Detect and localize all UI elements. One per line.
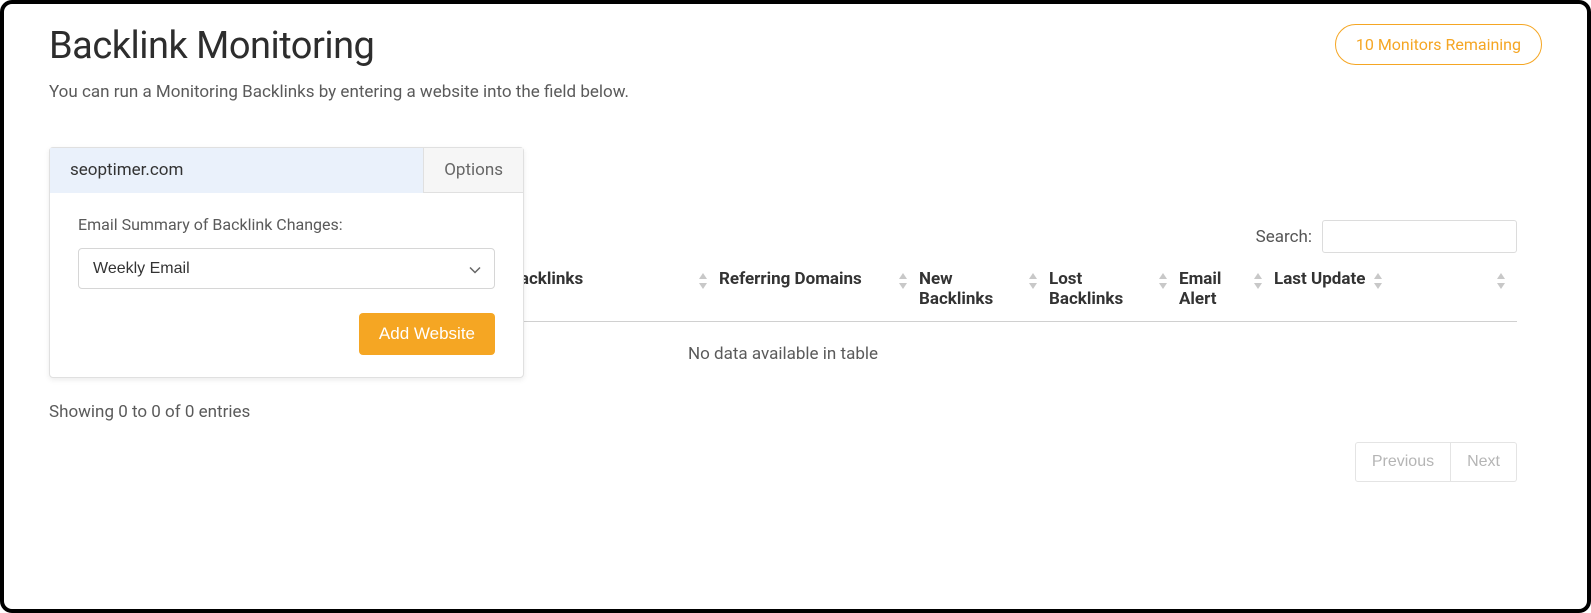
email-summary-label: Email Summary of Backlink Changes: xyxy=(78,215,495,234)
page-title: Backlink Monitoring xyxy=(49,24,374,68)
tabs-header: seoptimer.com Options xyxy=(50,148,523,193)
col-label: Email Alert xyxy=(1179,269,1246,309)
previous-button[interactable]: Previous xyxy=(1355,442,1451,482)
sort-icon xyxy=(1372,273,1384,292)
search-input[interactable] xyxy=(1322,220,1517,253)
monitors-remaining-badge: 10 Monitors Remaining xyxy=(1335,24,1542,65)
col-last-update[interactable]: Last Update xyxy=(1274,269,1394,309)
sort-icon xyxy=(1157,273,1169,292)
email-frequency-select[interactable]: Weekly Email xyxy=(78,248,495,289)
search-row: Search: xyxy=(1256,220,1517,253)
sort-icon xyxy=(897,273,909,292)
email-frequency-select-wrap: Weekly Email xyxy=(78,248,495,289)
next-button[interactable]: Next xyxy=(1451,442,1517,482)
col-lost-backlinks[interactable]: Lost Backlinks xyxy=(1049,269,1179,309)
sort-icon xyxy=(1027,273,1039,292)
add-website-button[interactable]: Add Website xyxy=(359,313,495,355)
sort-icon xyxy=(1252,273,1264,292)
tabs-body: Email Summary of Backlink Changes: Weekl… xyxy=(50,193,523,377)
entries-info: Showing 0 to 0 of 0 entries xyxy=(49,402,250,422)
search-label: Search: xyxy=(1256,227,1312,247)
col-referring-domains[interactable]: Referring Domains xyxy=(719,269,919,309)
col-backlinks[interactable]: Backlinks xyxy=(509,269,719,309)
col-label: Lost Backlinks xyxy=(1049,269,1151,309)
header-row: Backlink Monitoring 10 Monitors Remainin… xyxy=(49,24,1542,68)
page-frame: Backlink Monitoring 10 Monitors Remainin… xyxy=(0,0,1591,613)
pagination: Previous Next xyxy=(1355,442,1517,482)
sort-icon xyxy=(697,273,709,292)
col-actions[interactable] xyxy=(1394,269,1517,309)
col-label: New Backlinks xyxy=(919,269,1021,309)
tab-website[interactable]: seoptimer.com xyxy=(50,148,424,193)
col-new-backlinks[interactable]: New Backlinks xyxy=(919,269,1049,309)
col-email-alert[interactable]: Email Alert xyxy=(1179,269,1274,309)
sort-icon xyxy=(1495,273,1507,292)
col-label: Last Update xyxy=(1274,269,1365,289)
col-label: Referring Domains xyxy=(719,269,862,289)
add-button-row: Add Website xyxy=(78,313,495,355)
page-subtitle: You can run a Monitoring Backlinks by en… xyxy=(49,82,1542,102)
add-website-panel: seoptimer.com Options Email Summary of B… xyxy=(49,147,524,378)
tab-options[interactable]: Options xyxy=(424,148,523,193)
